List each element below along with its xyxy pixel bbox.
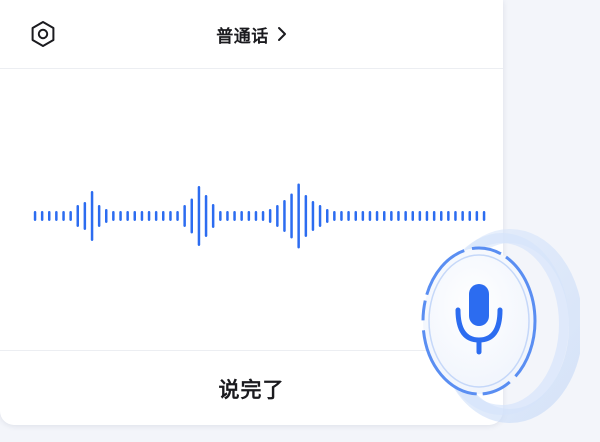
waveform-bar	[354, 211, 357, 221]
waveform-bar	[219, 211, 222, 221]
waveform-bar	[48, 211, 51, 221]
waveform-bar	[318, 205, 322, 227]
panel-header: 普通话	[0, 0, 503, 69]
waveform-bar	[169, 211, 172, 221]
waveform-bar	[268, 209, 272, 223]
waveform-bar	[233, 211, 236, 221]
waveform-bar	[276, 205, 279, 227]
waveform-bar	[383, 211, 386, 221]
waveform-bar	[226, 211, 229, 221]
waveform-bar	[154, 211, 158, 221]
waveform-bar	[76, 205, 79, 227]
waveform-bar	[140, 211, 144, 221]
waveform-bar	[147, 211, 151, 221]
waveform-bar	[304, 195, 308, 237]
waveform-bar	[105, 209, 108, 223]
waveform-bar	[283, 200, 286, 232]
waveform-bar	[247, 211, 251, 221]
language-label: 普通话	[216, 26, 269, 47]
done-label: 说完了	[218, 377, 285, 402]
waveform-bar	[133, 211, 136, 221]
waveform-bar	[119, 211, 122, 221]
waveform-bar	[69, 211, 72, 221]
waveform-bar	[83, 202, 87, 230]
waveform-bar	[326, 209, 329, 223]
waveform-bar	[311, 201, 315, 231]
waveform-bar	[204, 195, 208, 237]
waveform-bar	[240, 211, 243, 221]
waveform-bar	[290, 193, 293, 239]
waveform-bar	[126, 211, 129, 221]
waveform-bar	[254, 211, 258, 221]
waveform-bar	[176, 211, 179, 221]
waveform-bar	[261, 211, 265, 221]
waveform-bar	[368, 211, 372, 221]
waveform-bar	[297, 183, 300, 249]
waveform-bar	[375, 211, 379, 221]
waveform-bar	[390, 211, 393, 221]
waveform-bar	[361, 211, 365, 221]
waveform-bar	[162, 211, 165, 221]
hexagon-settings-icon	[31, 21, 55, 47]
language-selector[interactable]: 普通话	[216, 22, 287, 47]
mic-button[interactable]	[419, 244, 539, 398]
waveform-bar	[40, 211, 44, 221]
waveform-bar	[90, 191, 94, 241]
waveform-bar	[211, 204, 215, 228]
waveform-bar	[183, 205, 186, 227]
mic-button-graphic	[421, 246, 537, 396]
waveform-bar	[97, 205, 101, 227]
waveform-bar	[190, 198, 193, 234]
waveform-bar	[62, 211, 65, 221]
waveform-bar	[347, 211, 350, 221]
waveform-bar	[197, 186, 201, 246]
chevron-right-icon	[277, 27, 286, 41]
waveform-bar	[112, 211, 115, 221]
settings-button[interactable]	[28, 19, 58, 49]
waveform-bar	[340, 211, 343, 221]
language-selector-wrap: 普通话	[0, 0, 503, 68]
waveform-bar	[333, 211, 336, 221]
waveform-bar	[55, 211, 58, 221]
waveform-bar	[33, 211, 37, 221]
